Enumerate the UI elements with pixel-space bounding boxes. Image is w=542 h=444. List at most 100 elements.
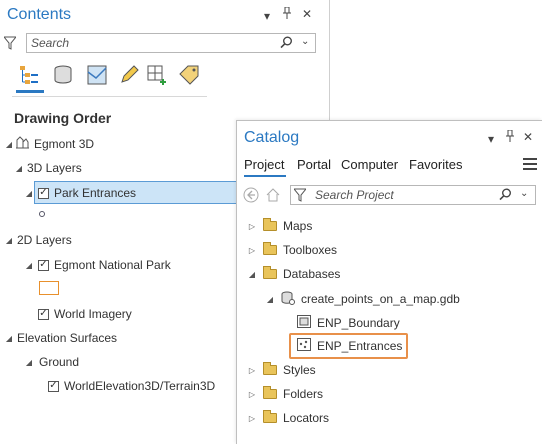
- collapse-arrow-icon[interactable]: ◢: [24, 358, 34, 367]
- catalog-pin-icon[interactable]: [505, 129, 515, 145]
- catalog-options-icon[interactable]: ▾: [488, 132, 494, 146]
- collapse-arrow-icon[interactable]: ◢: [4, 334, 14, 343]
- tree-row-world-imagery[interactable]: ◢ World Imagery: [24, 304, 132, 324]
- expand-arrow-icon[interactable]: ▷: [247, 414, 257, 423]
- scene-icon: [16, 136, 29, 152]
- catalog-item-enp-boundary[interactable]: ENP_Boundary: [297, 313, 400, 333]
- catalog-search-input[interactable]: [311, 186, 489, 204]
- catalog-item-toolboxes[interactable]: ▷ Toolboxes: [247, 240, 337, 260]
- contents-search-box: ⌄: [26, 33, 316, 53]
- item-label: Locators: [283, 411, 330, 425]
- group-label: Elevation Surfaces: [17, 331, 118, 345]
- maps-folder-icon: [263, 218, 277, 231]
- hamburger-menu-icon[interactable]: [523, 158, 537, 173]
- filter-icon[interactable]: [2, 36, 18, 53]
- back-icon[interactable]: [243, 187, 259, 206]
- visibility-checkbox[interactable]: [38, 308, 49, 320]
- folders-folder-icon: [263, 386, 277, 399]
- expand-arrow-icon[interactable]: ▷: [247, 366, 257, 375]
- tab-project[interactable]: Project: [244, 157, 284, 172]
- selection-grid-icon[interactable]: [146, 64, 168, 86]
- catalog-item-gdb[interactable]: ◢ create_points_on_a_map.gdb: [265, 289, 460, 309]
- expand-arrow-icon[interactable]: ▷: [247, 222, 257, 231]
- tree-row-ground[interactable]: ◢ Ground: [24, 352, 79, 372]
- chevron-down-icon[interactable]: ⌄: [520, 188, 528, 199]
- tree-row-park-entrances[interactable]: ◢ Park Entrances: [24, 183, 136, 203]
- point-feature-class-icon: [297, 338, 311, 354]
- tree-row-terrain[interactable]: WorldElevation3D/Terrain3D: [48, 376, 215, 396]
- catalog-pane: Catalog ▾ ✕ Project Portal Computer Favo…: [236, 120, 542, 444]
- filter-icon[interactable]: [292, 188, 308, 205]
- labeling-icon[interactable]: [178, 64, 200, 86]
- collapse-arrow-icon[interactable]: ◢: [24, 189, 34, 198]
- layer-label: World Imagery: [54, 307, 132, 321]
- item-label: Styles: [283, 363, 316, 377]
- databases-folder-icon: [263, 266, 277, 279]
- point-symbol-icon: [39, 211, 45, 217]
- map-name: Egmont 3D: [34, 137, 95, 151]
- database-icon[interactable]: [52, 64, 74, 86]
- catalog-close-icon[interactable]: ✕: [523, 130, 533, 144]
- item-label: Databases: [283, 267, 341, 281]
- catalog-item-enp-entrances[interactable]: ENP_Entrances: [297, 336, 402, 356]
- collapse-arrow-icon[interactable]: ◢: [4, 140, 14, 149]
- tree-row-3d-layers[interactable]: ◢ 3D Layers: [14, 158, 82, 178]
- styles-folder-icon: [263, 362, 277, 375]
- section-title: Drawing Order: [14, 110, 112, 126]
- catalog-item-folders[interactable]: ▷ Folders: [247, 384, 323, 404]
- expand-arrow-icon[interactable]: ▷: [247, 246, 257, 255]
- catalog-item-maps[interactable]: ▷ Maps: [247, 216, 312, 236]
- toolboxes-folder-icon: [263, 242, 277, 255]
- search-icon[interactable]: [280, 36, 293, 52]
- polygon-symbol-icon: [39, 281, 59, 295]
- catalog-item-databases[interactable]: ◢ Databases: [247, 264, 340, 284]
- tab-portal[interactable]: Portal: [297, 157, 331, 172]
- layer-label: Park Entrances: [54, 186, 137, 200]
- visibility-checkbox[interactable]: [48, 380, 59, 392]
- polygon-feature-class-icon: [297, 315, 311, 331]
- toolbar-divider: [12, 96, 207, 97]
- locators-folder-icon: [263, 410, 277, 423]
- pencil-icon[interactable]: [118, 64, 140, 86]
- collapse-arrow-icon[interactable]: ◢: [14, 164, 24, 173]
- visibility-checkbox[interactable]: [38, 187, 49, 199]
- item-label: Folders: [283, 387, 324, 401]
- group-label: Ground: [39, 355, 80, 369]
- active-tab-indicator: [16, 90, 44, 93]
- catalog-item-styles[interactable]: ▷ Styles: [247, 360, 316, 380]
- collapse-arrow-icon[interactable]: ◢: [265, 295, 275, 304]
- catalog-item-locators[interactable]: ▷ Locators: [247, 408, 329, 428]
- tree-row-map[interactable]: ◢ Egmont 3D: [4, 134, 94, 154]
- visibility-checkbox[interactable]: [38, 259, 49, 271]
- expand-arrow-icon[interactable]: ▷: [247, 390, 257, 399]
- tab-computer[interactable]: Computer: [341, 157, 398, 172]
- catalog-title: Catalog: [244, 129, 300, 146]
- group-label: 3D Layers: [27, 161, 82, 175]
- group-label: 2D Layers: [17, 233, 72, 247]
- contents-pin-icon[interactable]: [282, 6, 292, 22]
- collapse-arrow-icon[interactable]: ◢: [4, 236, 14, 245]
- item-label: ENP_Boundary: [317, 316, 400, 330]
- active-tab-underline: [244, 175, 286, 177]
- contents-title: Contents: [7, 6, 72, 23]
- contents-close-icon[interactable]: ✕: [302, 7, 312, 21]
- layer-label: Egmont National Park: [54, 258, 171, 272]
- contents-search-input[interactable]: [27, 34, 237, 52]
- tree-row-egmont-national-park[interactable]: ◢ Egmont National Park: [24, 255, 171, 275]
- collapse-arrow-icon[interactable]: ◢: [24, 261, 34, 270]
- search-icon[interactable]: [499, 188, 512, 204]
- home-icon[interactable]: [265, 187, 281, 206]
- list-by-drawing-order-icon[interactable]: [18, 64, 40, 86]
- chevron-down-icon[interactable]: ⌄: [301, 36, 309, 47]
- item-label: ENP_Entrances: [317, 339, 403, 353]
- item-label: Maps: [283, 219, 313, 233]
- item-label: create_points_on_a_map.gdb: [301, 292, 460, 306]
- item-label: Toolboxes: [283, 243, 338, 257]
- geodatabase-icon: [281, 291, 295, 308]
- tree-row-elevation-surfaces[interactable]: ◢ Elevation Surfaces: [4, 328, 117, 348]
- collapse-arrow-icon[interactable]: ◢: [247, 270, 257, 279]
- tree-row-2d-layers[interactable]: ◢ 2D Layers: [4, 230, 72, 250]
- map-source-icon[interactable]: [86, 64, 108, 86]
- tab-favorites[interactable]: Favorites: [409, 157, 462, 172]
- contents-options-icon[interactable]: ▾: [264, 9, 270, 23]
